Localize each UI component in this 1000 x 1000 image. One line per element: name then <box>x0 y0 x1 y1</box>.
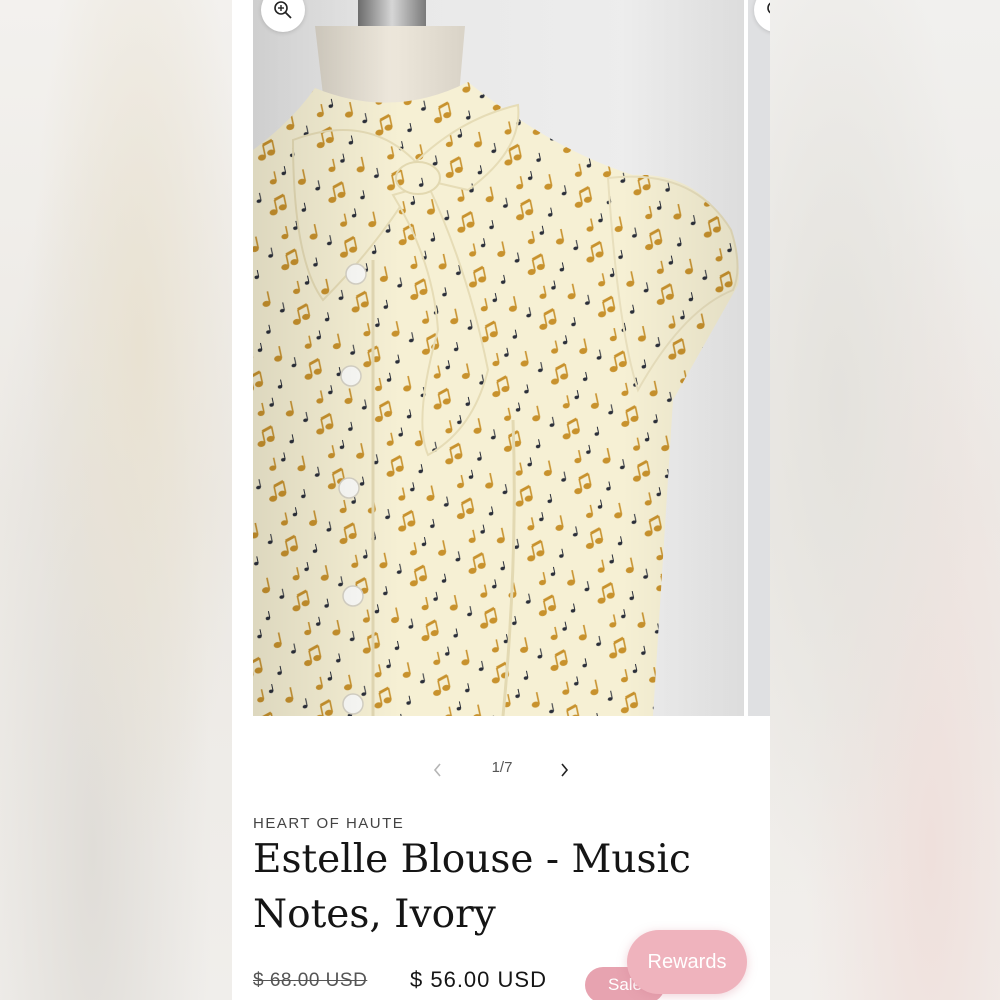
product-vendor: HEART OF HAUTE <box>253 815 405 832</box>
blurred-background-left <box>0 0 232 1000</box>
compare-at-price: $ 68.00 USD <box>253 970 368 991</box>
slide-counter: 1/7 <box>491 759 513 776</box>
next-slide-button[interactable] <box>550 756 578 784</box>
magnifier-plus-icon <box>274 1 292 19</box>
product-title: Estelle Blouse - Music Notes, Ivory <box>253 837 691 937</box>
chevron-left-icon <box>433 763 441 777</box>
next-image-peek[interactable] <box>748 0 770 716</box>
product-page: 1/7 HEART OF HAUTE Estelle Blouse - Musi… <box>232 0 770 1000</box>
previous-slide-button[interactable] <box>424 756 452 784</box>
blouse-photo <box>253 0 744 716</box>
magnifier-plus-icon <box>767 2 770 14</box>
blurred-background-right <box>770 0 1000 1000</box>
slider-controls: 1/7 <box>232 752 770 788</box>
sale-price: $ 56.00 USD <box>410 967 547 992</box>
product-image[interactable] <box>253 0 744 716</box>
chevron-right-icon <box>561 763 569 777</box>
rewards-button[interactable]: Rewards <box>627 930 747 994</box>
